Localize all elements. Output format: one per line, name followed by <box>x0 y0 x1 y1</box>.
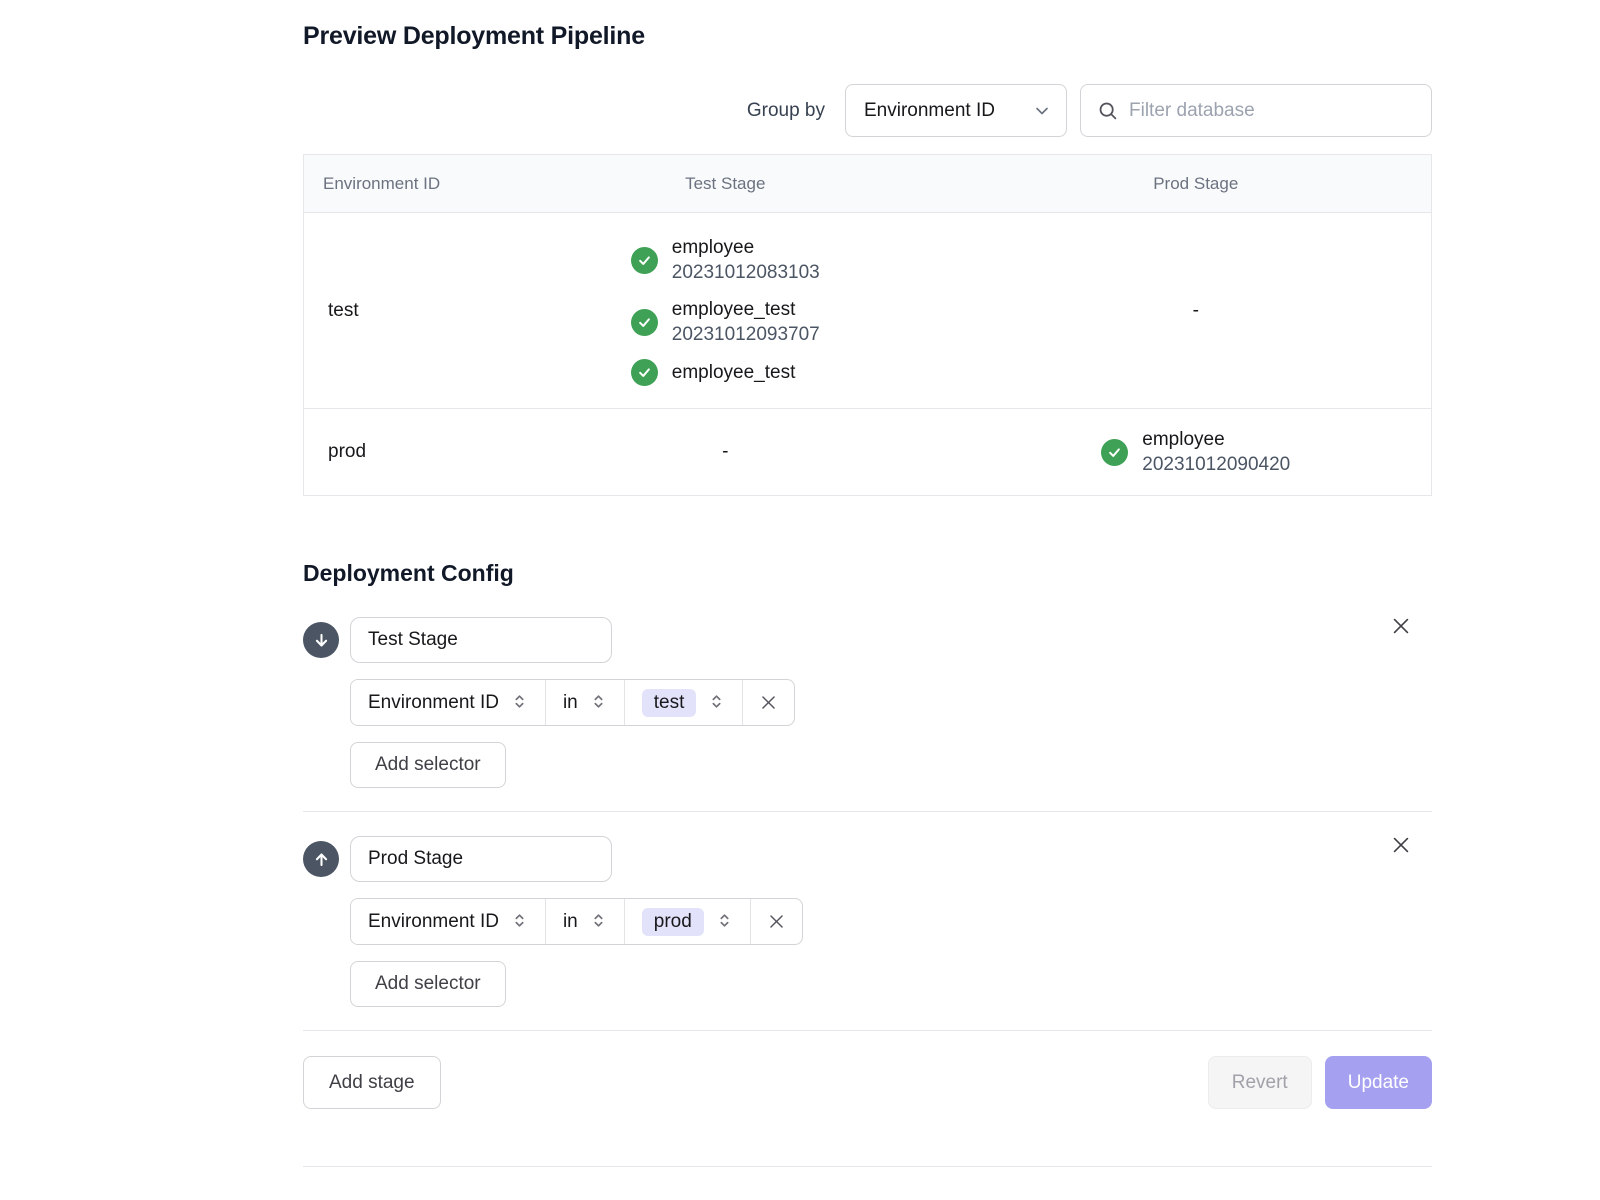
group-by-selected-value: Environment ID <box>864 100 995 122</box>
stage-config-test: Environment ID in test Add sel <box>303 587 1432 788</box>
column-header-test-stage: Test Stage <box>490 174 961 194</box>
check-circle-icon <box>1101 439 1128 466</box>
remove-stage-icon[interactable] <box>1390 834 1412 856</box>
chevron-down-icon <box>1032 101 1052 121</box>
table-header: Environment ID Test Stage Prod Stage <box>304 155 1431 213</box>
selector-key-dropdown[interactable]: Environment ID <box>351 899 545 944</box>
remove-selector-icon[interactable] <box>750 899 802 944</box>
database-name: employee_test <box>672 297 820 322</box>
check-circle-icon <box>631 309 658 336</box>
check-circle-icon <box>631 359 658 386</box>
arrow-up-circle-icon <box>303 841 339 877</box>
deployment-config-title: Deployment Config <box>303 560 1432 587</box>
group-by-select[interactable]: Environment ID <box>845 84 1067 137</box>
database-task: employee 20231012090420 <box>1101 427 1290 477</box>
test-stage-empty: - <box>490 441 961 463</box>
add-selector-button[interactable]: Add selector <box>350 742 506 788</box>
selector-key-value: Environment ID <box>368 692 499 714</box>
revert-button[interactable]: Revert <box>1208 1056 1312 1109</box>
column-header-environment-id: Environment ID <box>304 174 490 194</box>
selector-operator-value: in <box>563 911 578 933</box>
pipeline-toolbar: Group by Environment ID <box>303 84 1432 137</box>
prod-stage-database-list: employee 20231012090420 <box>1101 427 1290 477</box>
selector-value-pill: prod <box>642 908 704 936</box>
chevron-up-down-icon <box>590 912 607 931</box>
selector-operator-dropdown[interactable]: in <box>545 680 624 725</box>
filter-database-box <box>1080 84 1432 137</box>
page-title: Preview Deployment Pipeline <box>303 22 1432 51</box>
remove-selector-icon[interactable] <box>742 680 794 725</box>
filter-database-input[interactable] <box>1129 100 1415 122</box>
search-icon <box>1097 100 1118 121</box>
chevron-up-down-icon <box>716 912 733 931</box>
add-selector-button[interactable]: Add selector <box>350 961 506 1007</box>
chevron-up-down-icon <box>511 693 528 712</box>
chevron-up-down-icon <box>590 693 607 712</box>
column-header-prod-stage: Prod Stage <box>961 174 1432 194</box>
main-content: Preview Deployment Pipeline Group by Env… <box>303 0 1432 1167</box>
database-version: 20231012090420 <box>1142 452 1290 477</box>
database-task: employee_test 20231012093707 <box>631 297 820 347</box>
environment-name: prod <box>304 441 490 463</box>
arrow-down-circle-icon <box>303 622 339 658</box>
stage-config-prod: Environment ID in prod Add sel <box>303 812 1432 1007</box>
stage-name-input[interactable] <box>350 617 612 663</box>
database-task: employee 20231012083103 <box>631 235 820 285</box>
selector-operator-dropdown[interactable]: in <box>545 899 624 944</box>
selector-value-dropdown[interactable]: prod <box>624 899 750 944</box>
database-name: employee <box>672 235 820 260</box>
database-version: 20231012083103 <box>672 260 820 285</box>
selector-key-dropdown[interactable]: Environment ID <box>351 680 545 725</box>
database-version: 20231012093707 <box>672 322 820 347</box>
group-by-label: Group by <box>747 100 825 122</box>
chevron-up-down-icon <box>511 912 528 931</box>
database-task: employee_test <box>631 359 820 386</box>
footer-actions: Add stage Revert Update <box>303 1056 1432 1109</box>
table-row-prod: prod - employee 20231012090420 <box>304 408 1431 495</box>
bottom-divider <box>303 1166 1432 1167</box>
environment-name: test <box>304 300 490 322</box>
prod-stage-empty: - <box>961 300 1432 322</box>
label-selector: Environment ID in test <box>350 679 795 726</box>
test-stage-database-list: employee 20231012083103 employee_test 20… <box>631 235 820 386</box>
database-name: employee <box>1142 427 1290 452</box>
selector-operator-value: in <box>563 692 578 714</box>
stage-name-input[interactable] <box>350 836 612 882</box>
remove-stage-icon[interactable] <box>1390 615 1412 637</box>
add-stage-button[interactable]: Add stage <box>303 1056 441 1109</box>
pipeline-table: Environment ID Test Stage Prod Stage tes… <box>303 154 1432 496</box>
selector-value-dropdown[interactable]: test <box>624 680 743 725</box>
selector-value-pill: test <box>642 689 697 717</box>
check-circle-icon <box>631 247 658 274</box>
section-divider <box>303 1030 1432 1031</box>
label-selector: Environment ID in prod <box>350 898 803 945</box>
chevron-up-down-icon <box>708 693 725 712</box>
table-row-test: test employee 20231012083103 <box>304 213 1431 408</box>
database-name: employee_test <box>672 360 796 385</box>
update-button[interactable]: Update <box>1325 1056 1432 1109</box>
selector-key-value: Environment ID <box>368 911 499 933</box>
